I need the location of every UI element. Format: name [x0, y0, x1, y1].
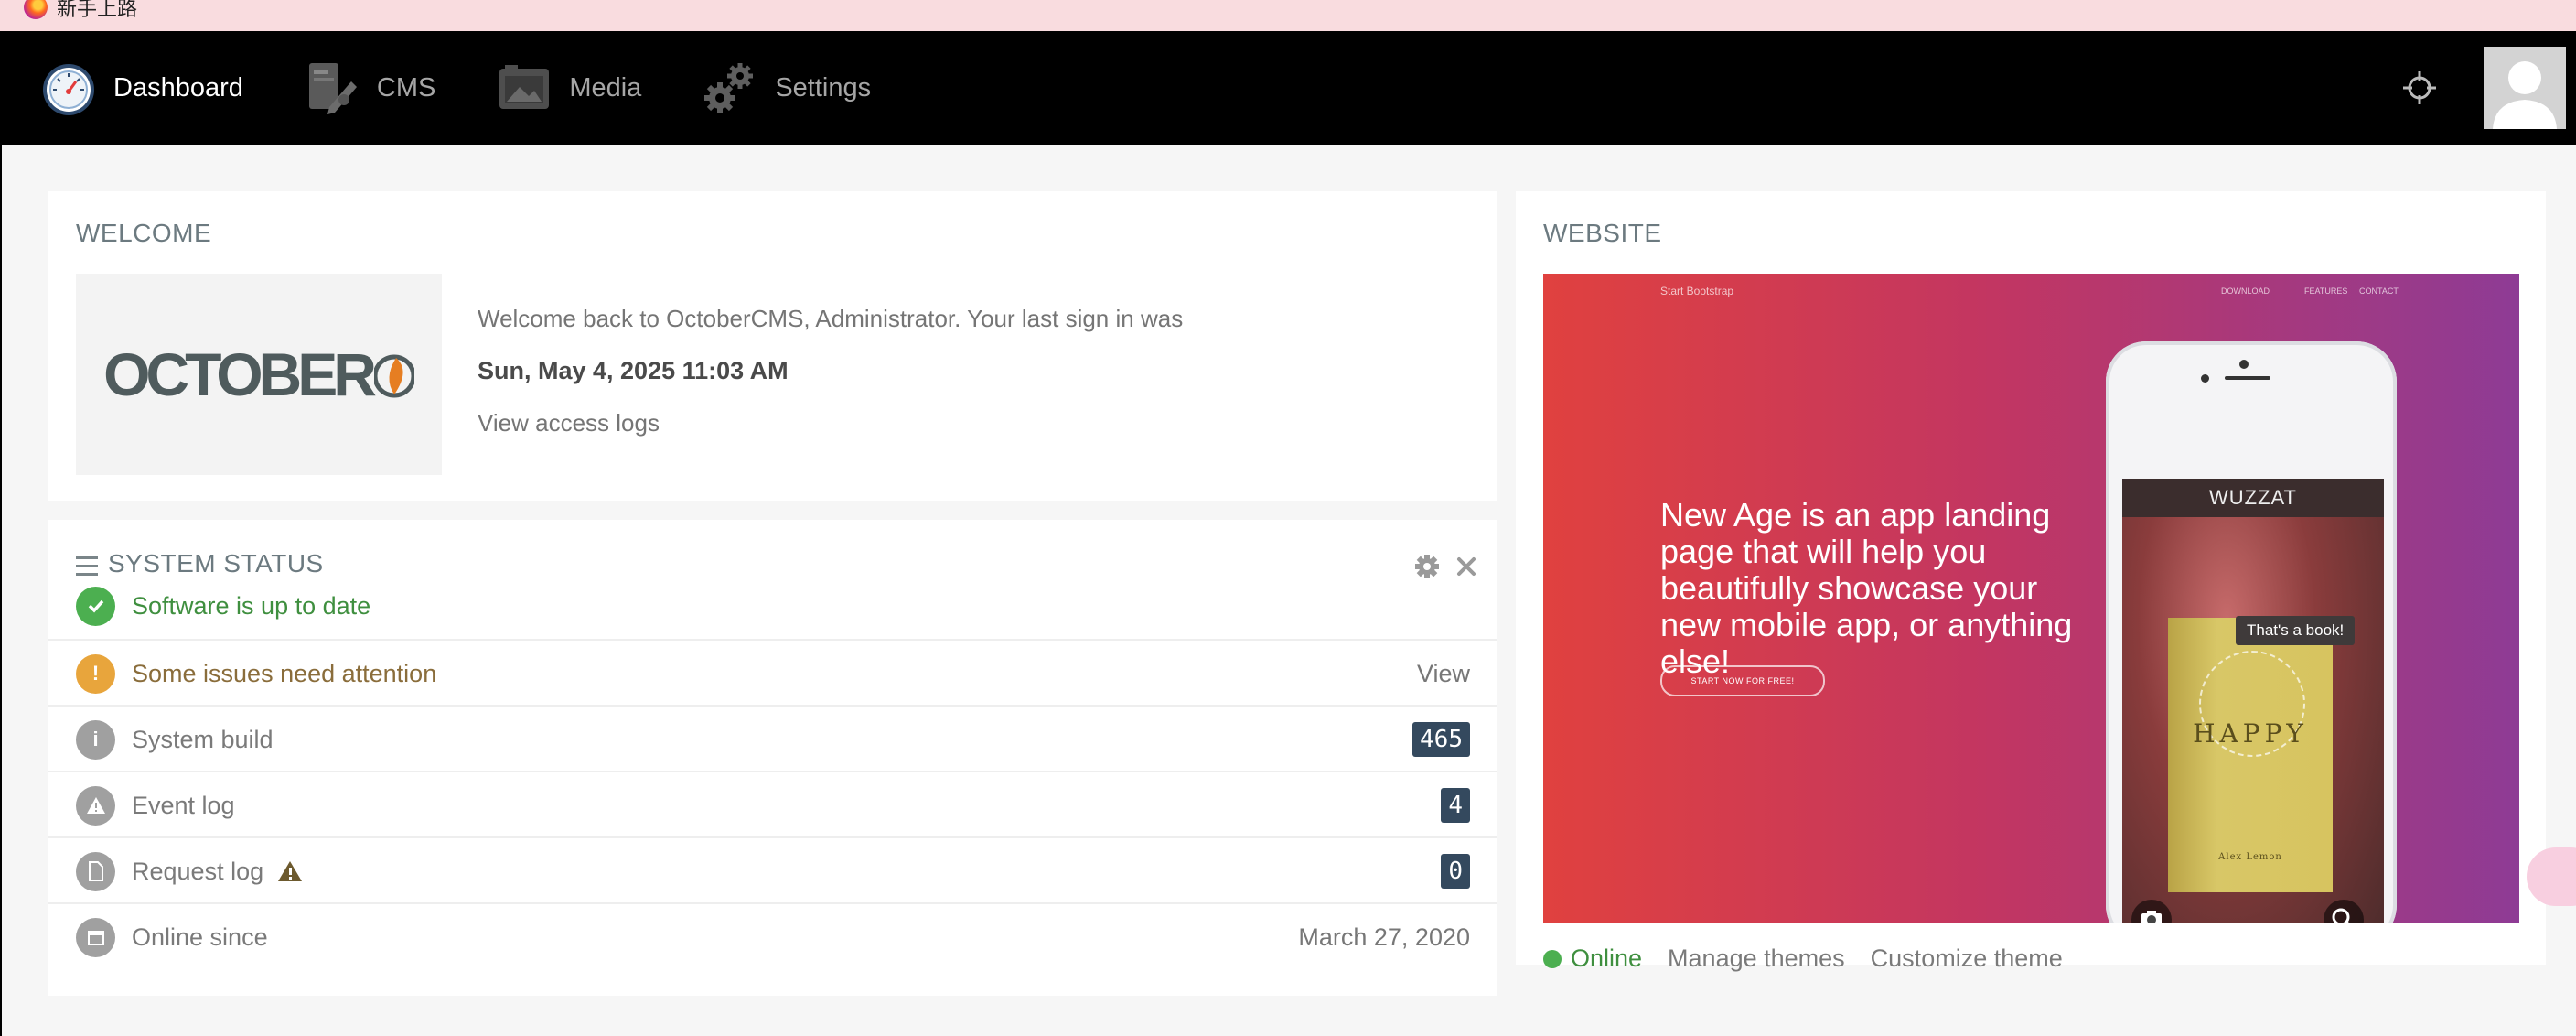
- welcome-widget: WELCOME OCTOBER Welcome back to OctoberC…: [48, 191, 1497, 501]
- avatar[interactable]: [2484, 47, 2566, 129]
- logo-text: OCTOBER: [103, 340, 414, 409]
- file-icon: [76, 851, 115, 891]
- build-badge: 465: [1412, 722, 1470, 757]
- online-since-date: March 27, 2020: [1298, 923, 1470, 951]
- event-log-badge: 4: [1441, 788, 1470, 823]
- nav-dashboard[interactable]: Dashboard: [40, 31, 243, 145]
- calendar-icon: [76, 917, 115, 957]
- view-issues-link[interactable]: View: [1417, 660, 1470, 688]
- customize-theme-link[interactable]: Customize theme: [1871, 944, 2063, 973]
- crosshair-icon[interactable]: [2401, 70, 2438, 106]
- preview-menu-item: DOWNLOAD: [2221, 286, 2270, 296]
- preview-tooltip: That's a book!: [2236, 616, 2356, 645]
- book-author: Alex Lemon: [2218, 852, 2282, 862]
- status-row-event-log[interactable]: Event log 4: [48, 771, 1497, 838]
- exclamation-icon: !: [76, 653, 115, 694]
- nav-media[interactable]: Media: [496, 31, 641, 145]
- app-title: WUZZAT: [2122, 479, 2384, 517]
- preview-brand: Start Bootstrap: [1660, 285, 1734, 297]
- website-title: WEBSITE: [1543, 219, 1662, 247]
- preview-cta-button: START NOW FOR FREE!: [1660, 665, 1825, 696]
- status-row-build: i System build 465: [48, 705, 1497, 772]
- nav-label: Media: [569, 72, 642, 103]
- request-log-badge: 0: [1441, 854, 1470, 889]
- welcome-message: Welcome back to OctoberCMS, Administrato…: [478, 305, 1184, 332]
- info-icon: i: [76, 719, 115, 760]
- website-widget: WEBSITE Start Bootstrap DOWNLOAD FEATURE…: [1516, 191, 2546, 972]
- book-title: HAPPY: [2193, 718, 2308, 749]
- bookmarks-bar: 新手上路: [0, 0, 2576, 32]
- status-label: System build: [132, 725, 274, 753]
- magnifier-icon: [2324, 900, 2364, 923]
- nav-settings[interactable]: Settings: [702, 31, 871, 145]
- online-status: Online: [1571, 944, 1643, 972]
- top-navigation: Dashboard CMS Media Settings: [0, 31, 2576, 145]
- bookmark-label: 新手上路: [57, 0, 138, 20]
- online-status-dot: [1543, 949, 1562, 968]
- warning-triangle-icon: [76, 785, 115, 826]
- nav-label: CMS: [376, 72, 436, 103]
- cms-icon: [308, 63, 357, 114]
- preview-menu-item: CONTACT: [2359, 286, 2399, 296]
- nav-label: Settings: [775, 72, 872, 103]
- october-logo: OCTOBER: [76, 274, 442, 475]
- phone-mockup: WUZZAT HAPPY Alex Lemon That's a book!: [2106, 341, 2397, 923]
- user-silhouette-icon: [2493, 61, 2557, 129]
- status-label: Some issues need attention: [132, 659, 437, 687]
- status-label: Request log: [132, 857, 264, 885]
- firefox-icon: [24, 0, 48, 19]
- preview-menu-item: FEATURES: [2304, 286, 2348, 296]
- speedometer-icon: [43, 64, 94, 115]
- nav-cms[interactable]: CMS: [304, 31, 435, 145]
- status-row-software: Software is up to date: [48, 573, 1497, 639]
- welcome-title: WELCOME: [76, 219, 212, 247]
- gears-icon: [704, 63, 754, 113]
- theme-preview-image[interactable]: Start Bootstrap DOWNLOAD FEATURES CONTAC…: [1543, 274, 2519, 923]
- bookmark-item[interactable]: 新手上路: [24, 0, 137, 22]
- view-access-logs-link[interactable]: View access logs: [478, 409, 660, 437]
- status-row-issues: ! Some issues need attention View: [48, 639, 1497, 707]
- leaf-icon: [373, 354, 414, 398]
- website-footer: Online Manage themes Customize theme: [1543, 944, 2088, 973]
- status-label: Event log: [132, 791, 235, 819]
- status-label: Online since: [132, 923, 268, 951]
- status-label: Software is up to date: [132, 591, 371, 620]
- preview-headline: New Age is an app landing page that will…: [1660, 496, 2073, 680]
- nav-label: Dashboard: [113, 72, 243, 103]
- last-sign-in: Sun, May 4, 2025 11:03 AM: [478, 357, 789, 384]
- phone-screen: WUZZAT HAPPY Alex Lemon That's a book!: [2122, 479, 2384, 923]
- system-status-widget: SYSTEM STATUS Software is up to date ! S…: [48, 520, 1497, 996]
- manage-themes-link[interactable]: Manage themes: [1668, 944, 1845, 973]
- window-edge: [0, 145, 2, 1036]
- camera-icon: [2131, 900, 2172, 923]
- status-row-online-since: Online since March 27, 2020: [48, 902, 1497, 970]
- book-image: HAPPY Alex Lemon: [2168, 618, 2333, 892]
- check-circle-icon: [76, 586, 115, 626]
- warning-icon: [278, 861, 303, 881]
- status-row-request-log[interactable]: Request log 0: [48, 836, 1497, 904]
- media-icon: [499, 65, 550, 109]
- nav-right: [2401, 47, 2576, 129]
